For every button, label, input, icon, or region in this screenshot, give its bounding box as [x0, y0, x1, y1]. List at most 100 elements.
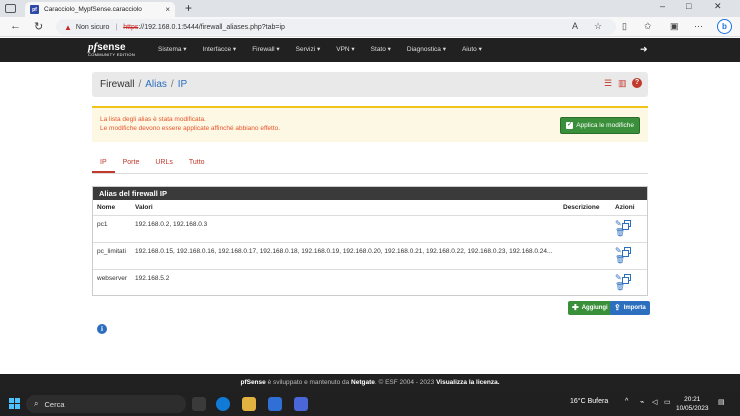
pfsense-navbar: pfsense COMMUNITY EDITION Sistema ▾ Inte… [0, 38, 740, 62]
file-explorer-icon[interactable] [242, 397, 256, 411]
windows-taskbar: ⌕ Cerca 16°C Bufera ^ ⌁ ◁ ▭ 20:21 10/05/… [0, 392, 740, 416]
copy-icon[interactable] [621, 274, 631, 284]
more-options-icon[interactable]: ⋯ [694, 21, 703, 32]
footer-license-link[interactable]: Visualizza la licenza. [436, 379, 499, 386]
info-icon[interactable]: i [97, 324, 107, 334]
plus-icon: ✚ [572, 303, 579, 312]
column-header-name[interactable]: Nome [93, 200, 131, 216]
alias-description [559, 242, 611, 270]
volume-icon[interactable]: ◁ [652, 398, 657, 406]
copy-icon[interactable] [621, 247, 631, 257]
alias-values: 192.168.0.15, 192.168.0.16, 192.168.0.17… [131, 242, 559, 270]
tab-porte[interactable]: Porte [115, 154, 148, 173]
clock-date: 10/05/2023 [676, 405, 709, 412]
notifications-icon[interactable]: ▤ [718, 398, 725, 406]
tab-ip[interactable]: IP [92, 154, 115, 173]
tab-urls[interactable]: URLs [147, 154, 181, 173]
browser-tab[interactable]: pf Caracciolo_MypfSense.caracciolo × [25, 2, 175, 17]
clock-time: 20:21 [684, 396, 701, 403]
pfsense-logo[interactable]: pfsense COMMUNITY EDITION [88, 41, 135, 57]
trash-icon[interactable]: 🗑 [615, 283, 625, 291]
favorites-bar-icon[interactable]: ✩ [644, 21, 652, 32]
upload-icon: ⇪ [614, 303, 621, 312]
taskbar-search[interactable]: ⌕ Cerca [26, 395, 186, 413]
tray-chevron-icon[interactable]: ^ [625, 398, 628, 405]
menu-diagnostica[interactable]: Diagnostica ▾ [399, 38, 454, 62]
favorite-icon[interactable]: ☆ [594, 21, 602, 32]
new-tab-icon[interactable]: + [185, 1, 192, 15]
app-icon[interactable] [294, 397, 308, 411]
browser-tab-strip: pf Caracciolo_MypfSense.caracciolo × + –… [0, 0, 740, 17]
add-alias-button[interactable]: ✚ Aggiungi [568, 301, 612, 315]
chart-icon[interactable]: ▥ [618, 78, 627, 89]
import-button[interactable]: ⇪ Importa [610, 301, 650, 315]
alias-tabs: IP Porte URLs Tutto [92, 154, 648, 174]
taskbar-clock[interactable]: 20:21 10/05/2023 [676, 395, 709, 413]
weather-text[interactable]: 16°C Bufera [570, 398, 608, 405]
footer-text1: è sviluppato e mantenuto da [265, 379, 352, 386]
edit-icon[interactable]: ✎ [615, 220, 622, 228]
task-view-icon[interactable] [192, 397, 206, 411]
minimize-icon[interactable]: – [660, 1, 665, 11]
warning-icon[interactable]: ▲ [64, 23, 72, 32]
reload-icon[interactable]: ↻ [34, 20, 43, 33]
column-header-values[interactable]: Valori [131, 200, 559, 216]
read-aloud-icon[interactable]: A [572, 21, 578, 31]
url-text: ://192.168.0.1:5444/firewall_aliases.php… [138, 23, 285, 31]
alias-table: Nome Valori Descrizione Azioni pc1 192.1… [93, 200, 647, 296]
windows-start-icon[interactable] [9, 398, 20, 409]
apply-changes-button[interactable]: ✓ Applica le modifiche [560, 117, 640, 134]
breadcrumb-alias[interactable]: Alias [145, 79, 167, 90]
changes-alert: La lista degli alias è stata modificata.… [92, 106, 648, 142]
breadcrumb: Firewall / Alias / IP ☰ ▥ ? [92, 72, 648, 97]
breadcrumb-firewall: Firewall [100, 79, 135, 90]
menu-firewall[interactable]: Firewall ▾ [244, 38, 287, 62]
menu-servizi[interactable]: Servizi ▾ [288, 38, 329, 62]
maximize-icon[interactable]: □ [686, 1, 691, 11]
page-footer: pfSense è sviluppato e mantenuto da Netg… [0, 374, 740, 392]
help-icon[interactable]: ? [632, 78, 642, 88]
menu-interfacce[interactable]: Interfacce ▾ [195, 38, 245, 62]
close-tab-icon[interactable]: × [165, 5, 170, 14]
bing-icon[interactable]: b [717, 19, 732, 34]
column-header-description[interactable]: Descrizione [559, 200, 611, 216]
footer-company[interactable]: Netgate [351, 379, 375, 386]
address-toolbar: ← ↻ ▲ Non sicuro | https ://192.168.0.1:… [0, 17, 740, 37]
collections-icon[interactable]: ▣ [670, 21, 679, 32]
menu-stato[interactable]: Stato ▾ [363, 38, 399, 62]
breadcrumb-separator: / [170, 79, 174, 90]
main-menu: Sistema ▾ Interfacce ▾ Firewall ▾ Serviz… [150, 38, 490, 62]
add-label: Aggiungi [581, 305, 608, 311]
back-icon[interactable]: ← [10, 20, 21, 32]
footer-brand[interactable]: pfSense [240, 379, 265, 386]
tab-tutto[interactable]: Tutto [181, 154, 213, 173]
network-icon[interactable]: ⌁ [640, 398, 644, 406]
row-actions: ✎ 🗑 [611, 270, 647, 296]
pfsense-favicon-icon: pf [30, 5, 39, 14]
close-window-icon[interactable]: ✕ [714, 1, 722, 12]
trash-icon[interactable]: 🗑 [615, 229, 625, 237]
breadcrumb-ip[interactable]: IP [178, 79, 187, 90]
battery-icon[interactable]: ▭ [664, 398, 671, 406]
copy-icon[interactable] [621, 220, 631, 230]
store-icon[interactable] [268, 397, 282, 411]
menu-aiuto[interactable]: Aiuto ▾ [454, 38, 490, 62]
edit-icon[interactable]: ✎ [615, 274, 622, 282]
url-bar[interactable]: ▲ Non sicuro | https ://192.168.0.1:5444… [56, 19, 616, 35]
alias-name: pc1 [93, 215, 131, 243]
browser-tab-title: Caracciolo_MypfSense.caracciolo [44, 6, 142, 13]
table-row[interactable]: pc1 192.168.0.2, 192.168.0.3 ✎ 🗑 [93, 215, 647, 243]
split-screen-icon[interactable]: ▯ [622, 21, 627, 32]
settings-sliders-icon[interactable]: ☰ [604, 78, 612, 89]
menu-sistema[interactable]: Sistema ▾ [150, 38, 195, 62]
edit-icon[interactable]: ✎ [615, 247, 622, 255]
edge-browser-icon[interactable] [216, 397, 230, 411]
table-row[interactable]: pc_limitati 192.168.0.15, 192.168.0.16, … [93, 242, 647, 270]
table-row[interactable]: webserver 192.168.5.2 ✎ 🗑 [93, 270, 647, 296]
trash-icon[interactable]: 🗑 [615, 256, 625, 264]
logout-icon[interactable]: ➜ [640, 44, 648, 55]
workspaces-icon[interactable] [5, 4, 16, 13]
menu-vpn[interactable]: VPN ▾ [328, 38, 362, 62]
apply-changes-label: Applica le modifiche [576, 122, 634, 129]
security-label[interactable]: Non sicuro [76, 24, 109, 31]
